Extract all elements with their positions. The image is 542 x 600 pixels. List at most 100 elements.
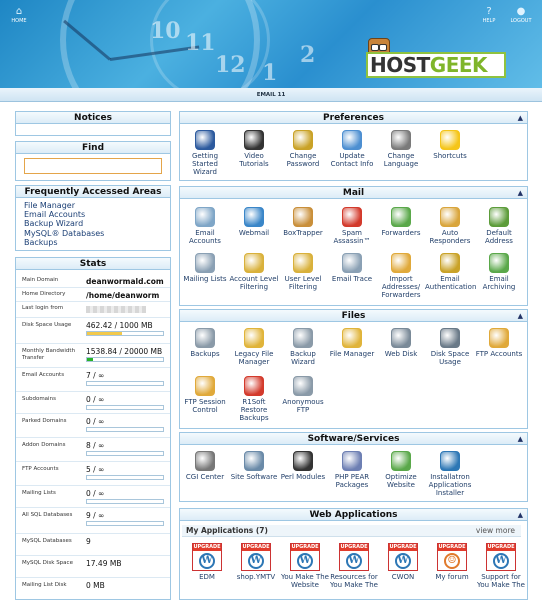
mail-item[interactable]: Spam Assassin™ (327, 207, 377, 245)
preferences-item[interactable]: Change Password (278, 130, 328, 168)
webapp-item[interactable]: UPGRADE ☺ My forum (427, 543, 477, 581)
preferences-item[interactable]: Update Contact Info (327, 130, 377, 168)
webapp-label: Resources for You Make The (330, 573, 378, 589)
preferences-item[interactable]: Shortcuts (425, 130, 475, 160)
find-panel: Find (15, 141, 171, 181)
files-item[interactable]: FTP Accounts (474, 328, 524, 358)
site-software-icon (244, 451, 264, 471)
find-input[interactable] (24, 158, 162, 174)
forward-icon (391, 207, 411, 227)
mail-item[interactable]: BoxTrapper (278, 207, 328, 237)
software-item-label: CGI Center (185, 473, 225, 481)
mail-item[interactable]: Webmail (229, 207, 279, 237)
software-item[interactable]: PHP PEAR Packages (327, 451, 377, 489)
software-item[interactable]: Site Software (229, 451, 279, 481)
software-item[interactable]: Perl Modules (278, 451, 328, 481)
mail-item[interactable]: Email Authentication (425, 253, 477, 291)
files-item[interactable]: FTP Session Control (180, 376, 230, 414)
wordpress-icon: UPGRADE W (339, 543, 369, 571)
stats-row: Monthly Bandwidth Transfer 1538.84 / 2000… (16, 344, 170, 368)
mail-item-label: Spam Assassin™ (333, 229, 371, 245)
files-item[interactable]: Web Disk (376, 328, 426, 358)
stats-value: 0 / ∞ (86, 395, 105, 404)
stats-row: MySQL Disk Space 17.49 MB (16, 556, 170, 578)
mail-item[interactable]: Email Trace (327, 253, 377, 283)
files-item[interactable]: Backups (180, 328, 230, 358)
mail-item[interactable]: Auto Responders (425, 207, 475, 245)
software-item[interactable]: Installatron Applications Installer (425, 451, 475, 497)
mail-item-label: Email Trace (331, 275, 373, 283)
mail-item[interactable]: Mailing Lists (180, 253, 230, 283)
collapse-icon[interactable]: ▲ (518, 511, 523, 519)
mailing-list-icon (195, 253, 215, 273)
preferences-item[interactable]: Change Language (376, 130, 426, 168)
preferences-item[interactable]: Getting Started Wizard (180, 130, 230, 176)
collapse-icon[interactable]: ▲ (518, 189, 523, 197)
preferences-title: Preferences ▲ (180, 112, 527, 124)
wordpress-logo-icon: W (248, 553, 264, 569)
preferences-item[interactable]: Video Tutorials (229, 130, 279, 168)
mail-item-label: Email Authentication (425, 275, 477, 291)
perl-camel-icon (293, 451, 313, 471)
frequent-link[interactable]: Email Accounts (24, 210, 104, 219)
home-button[interactable]: ⌂ HOME (6, 6, 32, 24)
software-item[interactable]: Optimize Website (376, 451, 426, 489)
stats-value: 1538.84 / 20000 MB (86, 347, 163, 356)
files-item[interactable]: Backup Wizard (278, 328, 328, 366)
find-title: Find (16, 142, 170, 154)
files-title: Files ▲ (180, 310, 527, 322)
logout-button[interactable]: ● LOGOUT (508, 6, 534, 24)
play-icon (195, 130, 215, 150)
lock-icon (293, 130, 313, 150)
collapse-icon[interactable]: ▲ (518, 435, 523, 443)
mail-item[interactable]: Import Addresses/ Forwarders (376, 253, 426, 299)
files-item[interactable]: Disk Space Usage (425, 328, 475, 366)
collapse-icon[interactable]: ▲ (518, 114, 523, 122)
help-button[interactable]: ? HELP (476, 6, 502, 24)
stats-label: Mailing List Disk (22, 582, 67, 588)
frequent-link[interactable]: File Manager (24, 201, 104, 210)
frequent-link[interactable]: MySQL® Databases (24, 229, 104, 238)
files-item[interactable]: R1Soft Restore Backups (229, 376, 279, 422)
files-item-label: File Manager (329, 350, 375, 358)
mail-item[interactable]: Forwarders (376, 207, 426, 237)
archive-icon (489, 253, 509, 273)
mail-item[interactable]: Email Accounts (180, 207, 230, 245)
stats-value: 7 / ∞ (86, 371, 105, 380)
stats-label: Main Domain (22, 277, 59, 283)
webapp-item[interactable]: UPGRADE W Support for You Make The (476, 543, 526, 589)
mail-item[interactable]: User Level Filtering (278, 253, 328, 291)
wordpress-icon: UPGRADE W (388, 543, 418, 571)
webapp-item[interactable]: UPGRADE W Resources for You Make The (329, 543, 379, 589)
mail-item-label: Forwarders (381, 229, 421, 237)
files-item[interactable]: Legacy File Manager (229, 328, 279, 366)
mail-panel: Mail ▲ Email Accounts Webmail BoxTrapper Spa… (179, 186, 528, 306)
frequent-link[interactable]: Backup Wizard (24, 219, 104, 228)
mail-item[interactable]: Default Address (474, 207, 524, 245)
webapp-item[interactable]: UPGRADE W CWON (378, 543, 428, 581)
mail-item[interactable]: Account Level Filtering (229, 253, 279, 291)
stats-row: Mailing Lists 0 / ∞ (16, 486, 170, 508)
contact-card-icon (342, 130, 362, 150)
disk-usage-icon (440, 328, 460, 348)
upgrade-badge: UPGRADE (487, 544, 515, 551)
webapp-item[interactable]: UPGRADE W You Make The Website (280, 543, 330, 589)
webapp-item[interactable]: UPGRADE W EDM (182, 543, 232, 581)
software-item-label: Installatron Applications Installer (428, 473, 472, 497)
mail-item-label: Default Address (485, 229, 513, 245)
mail-item[interactable]: Email Archiving (474, 253, 524, 291)
ftp-session-icon (195, 376, 215, 396)
files-item[interactable]: File Manager (327, 328, 377, 358)
webapp-item[interactable]: UPGRADE Wshop.YMTV (231, 543, 281, 581)
collapse-icon[interactable]: ▲ (518, 312, 523, 320)
frequent-link[interactable]: Backups (24, 238, 104, 247)
view-more-link[interactable]: view more (476, 525, 515, 537)
notices-title: Notices (16, 112, 170, 124)
software-item-label: Site Software (230, 473, 278, 481)
software-item[interactable]: CGI Center (180, 451, 230, 481)
files-item-label: Web Disk (384, 350, 418, 358)
files-item[interactable]: Anonymous FTP (278, 376, 328, 414)
stats-row: MySQL Databases 9 (16, 534, 170, 556)
stats-row: Mailing List Disk 0 MB (16, 578, 170, 599)
php-icon (342, 451, 362, 471)
